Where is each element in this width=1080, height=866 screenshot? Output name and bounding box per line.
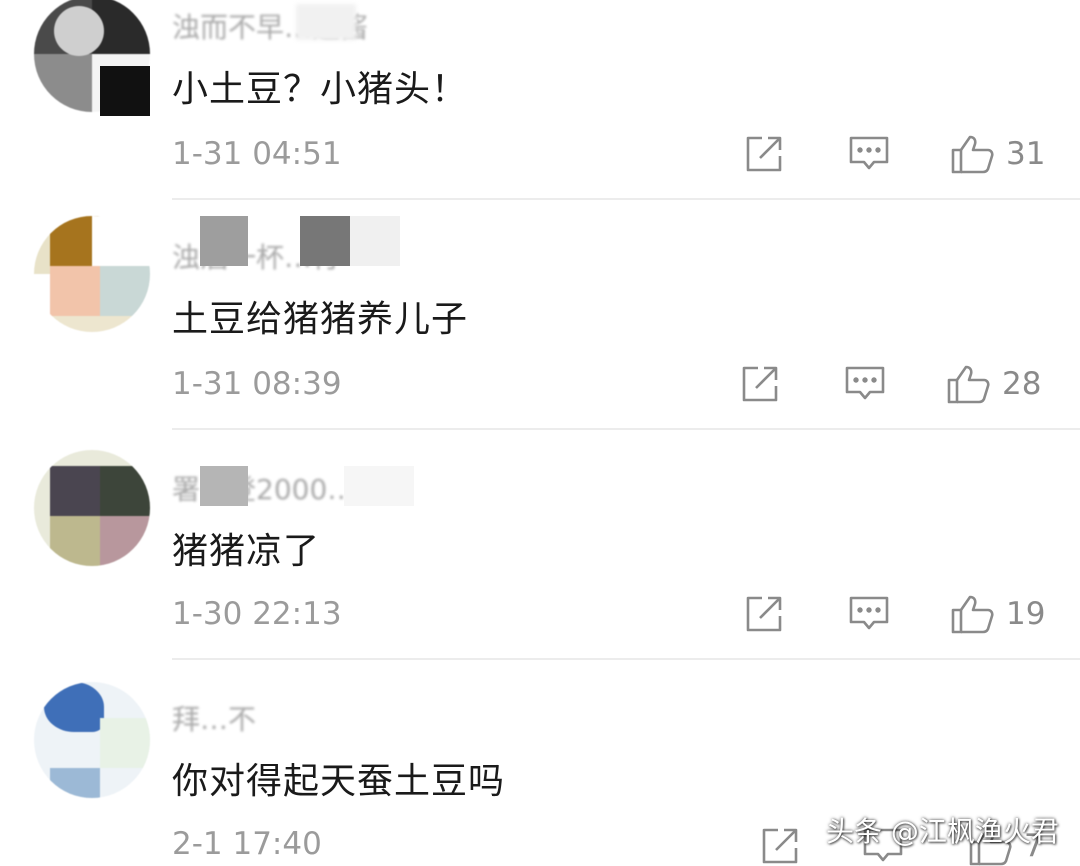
mosaic-block [100,66,150,116]
share-button[interactable] [760,826,800,866]
share-button[interactable] [740,364,780,404]
thumbs-up-icon [951,595,994,634]
comment-item: 浊酒一杯…行 土豆给猪猪养儿子 1-31 08:39 28 [0,200,1080,430]
share-icon [762,828,798,864]
timestamp: 1-31 08:39 [172,366,342,402]
comment-icon [849,136,889,170]
avatar[interactable] [34,216,150,332]
reply-button[interactable] [844,364,886,404]
like-button[interactable]: 28 [946,364,1041,404]
mosaic-block [200,466,248,506]
watermark: 头条 @江枫渔火君 [826,815,1059,848]
comment-text: 你对得起天蚕土豆吗 [172,761,506,802]
reply-button[interactable] [848,134,890,174]
username[interactable]: 拜…不 [172,698,256,738]
like-button[interactable]: 19 [950,594,1045,634]
timestamp: 2-1 17:40 [172,826,322,862]
avatar[interactable] [34,450,150,566]
comment-item: 署…登2000…孩 猪猪凉了 1-30 22:13 19 [0,430,1080,660]
like-count: 19 [1006,596,1046,632]
share-icon [746,136,782,172]
avatar[interactable] [34,682,150,798]
share-icon [746,596,782,632]
comment-text: 猪猪凉了 [172,531,321,572]
timestamp: 1-30 22:13 [172,596,342,632]
share-button[interactable] [744,134,784,174]
share-button[interactable] [744,594,784,634]
thumbs-up-icon [947,365,990,404]
mosaic-block [350,216,400,266]
comment-icon [849,596,889,630]
mosaic-block [200,216,248,266]
thumbs-up-icon [951,135,994,174]
mosaic-block [344,466,414,506]
like-button[interactable]: 31 [950,134,1045,174]
like-count: 31 [1006,136,1046,172]
mosaic-block [300,216,350,266]
timestamp: 1-31 04:51 [172,136,342,172]
reply-button[interactable] [848,594,890,634]
comment-icon [845,366,885,400]
like-count: 28 [1002,366,1042,402]
share-icon [742,366,778,402]
comment-item: 浊而不早…追酱 小土豆？小猪头！ 1-31 04:51 31 [0,0,1080,200]
comment-text: 小土豆？小猪头！ [172,69,469,110]
comment-text: 土豆给猪猪养儿子 [172,299,469,340]
